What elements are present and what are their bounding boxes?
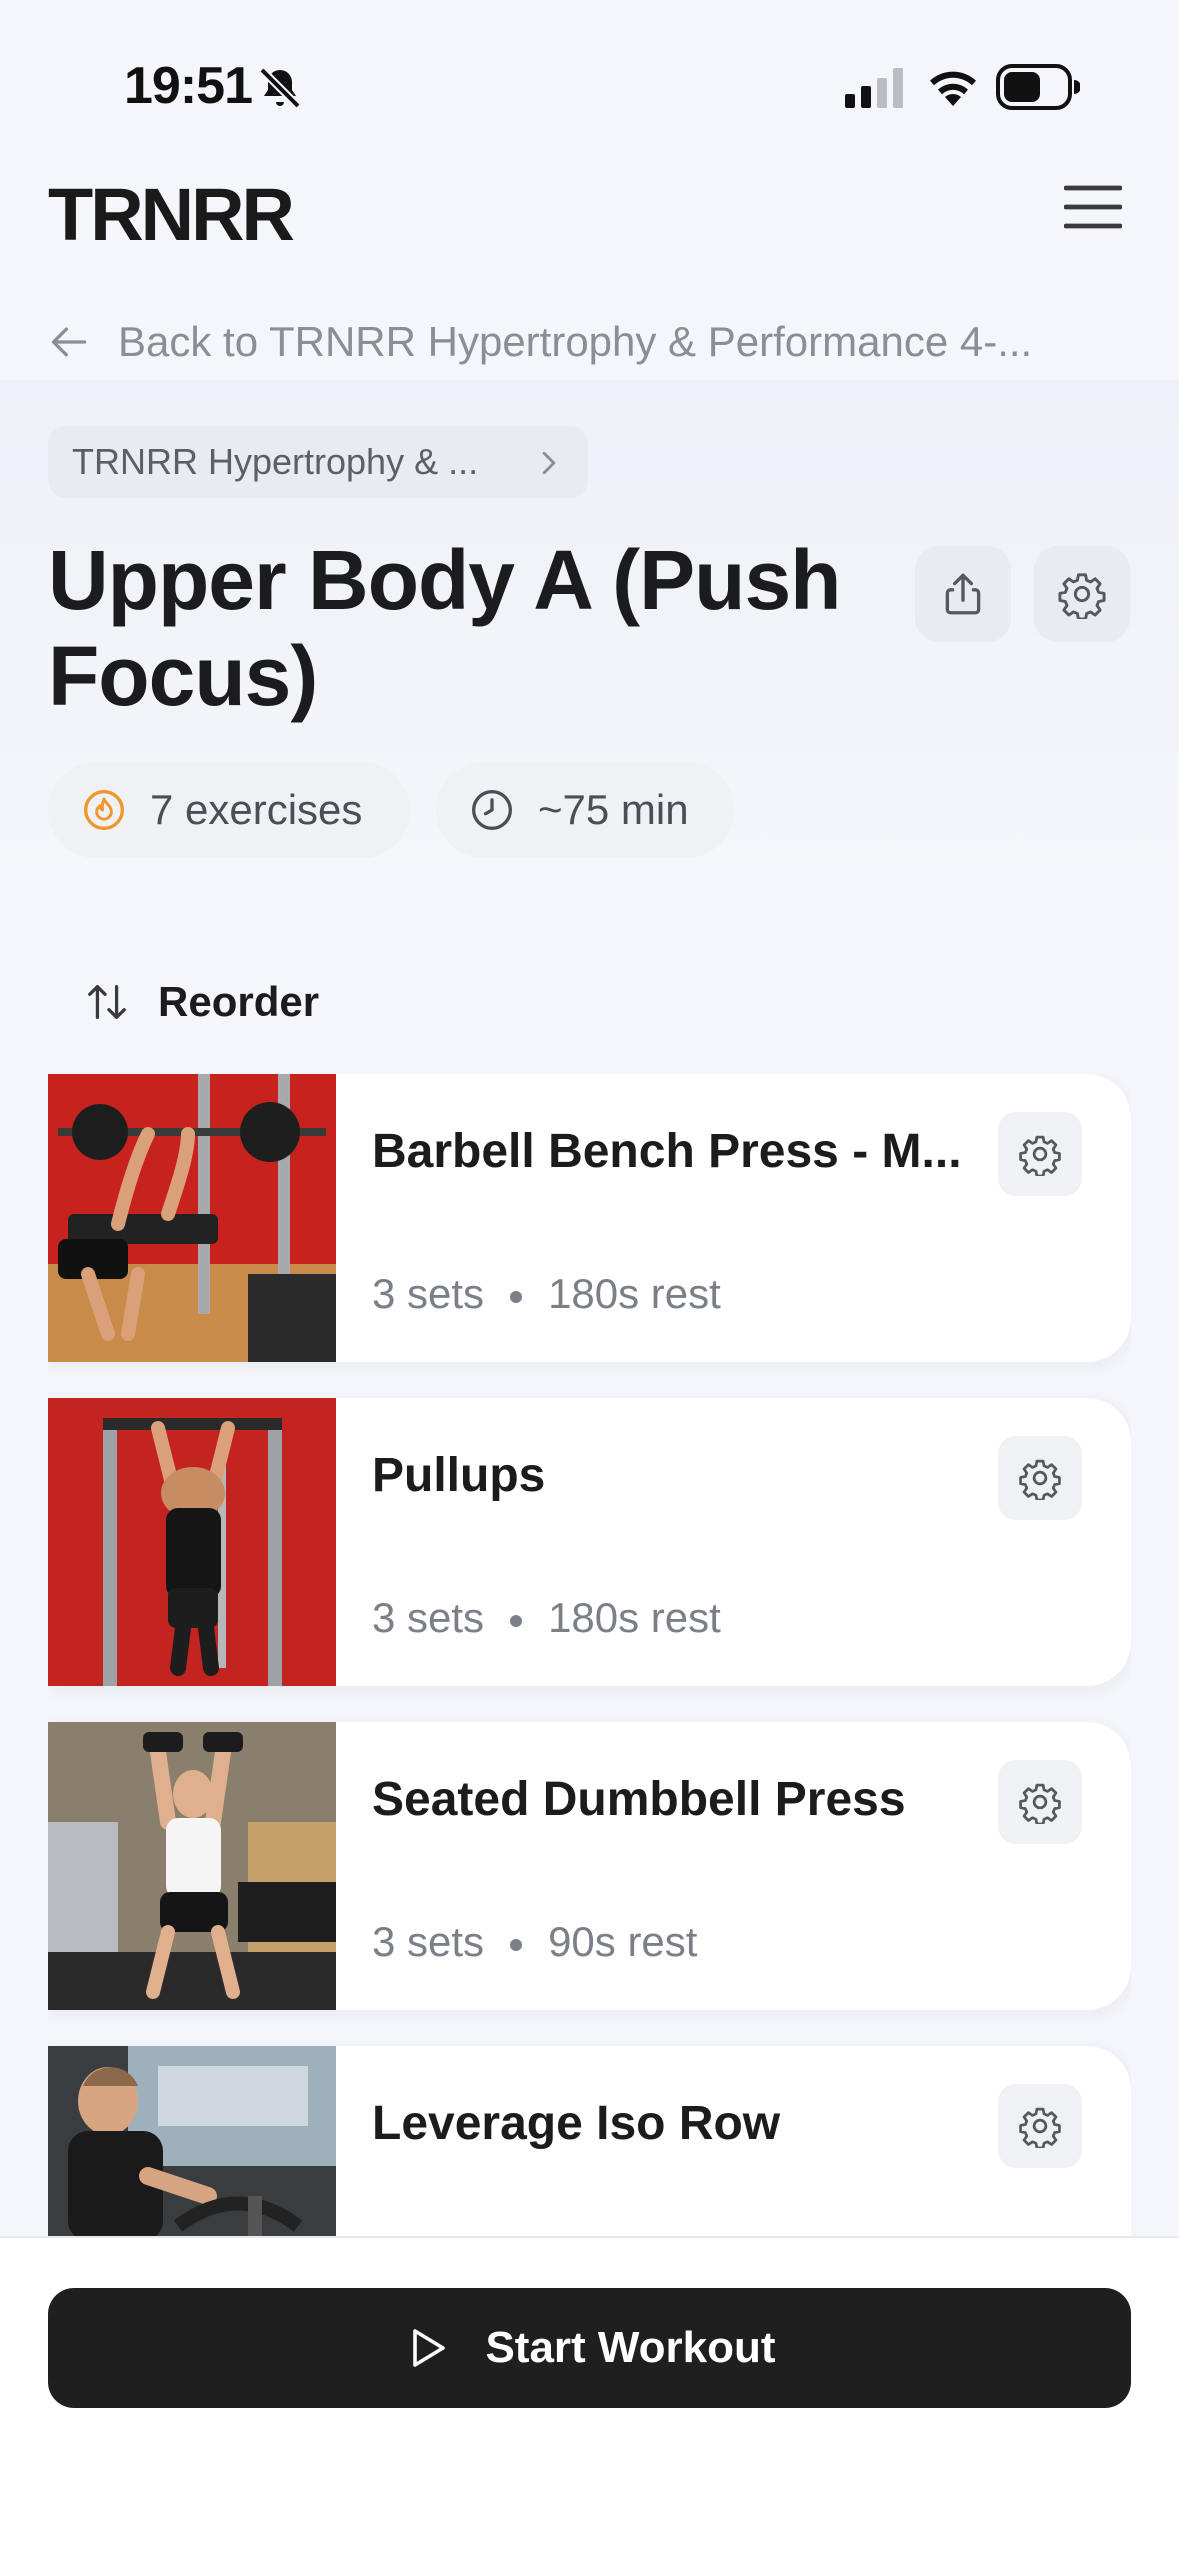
reorder-label: Reorder — [158, 978, 320, 1025]
exercise-thumbnail — [48, 1074, 336, 1362]
back-link-label: Back to TRNRR Hypertrophy & Performance … — [118, 318, 1033, 365]
hamburger-menu-icon[interactable] — [1064, 182, 1122, 232]
battery-icon — [996, 64, 1080, 110]
exercise-settings-button[interactable] — [998, 2084, 1082, 2168]
wifi-icon — [930, 71, 976, 106]
breadcrumb[interactable]: TRNRR Hypertrophy & ... — [48, 426, 588, 498]
gear-icon — [1019, 2107, 1061, 2148]
share-button[interactable] — [915, 546, 1011, 642]
exercise-sets: 3 sets — [372, 1270, 485, 1317]
exercise-settings-button[interactable] — [998, 1112, 1082, 1196]
brand-logo[interactable]: TRNRR — [48, 172, 295, 257]
sort-arrows-icon — [88, 985, 126, 1019]
gear-icon — [1058, 573, 1106, 619]
exercise-card[interactable]: Pullups 3 sets 180s rest — [48, 1398, 1131, 1686]
exercise-meta: 3 sets 90s rest — [372, 1918, 697, 1966]
bell-slash-icon — [259, 67, 301, 109]
cellular-signal-icon — [845, 68, 903, 108]
iso-row-image — [48, 2046, 336, 2236]
exercise-thumbnail — [48, 2046, 336, 2236]
status-bar: 19:51 — [0, 0, 1179, 170]
clock-icon — [472, 790, 512, 830]
exercise-name: Seated Dumbbell Press — [372, 1773, 906, 1826]
start-workout-button[interactable]: Start Workout — [48, 2288, 1131, 2408]
workout-settings-button[interactable] — [1034, 546, 1130, 642]
duration-badge: ~75 min — [436, 762, 734, 858]
exercise-count-label: 7 exercises — [150, 786, 363, 833]
exercise-sets: 3 sets — [372, 1594, 485, 1641]
chevron-right-icon — [542, 451, 556, 475]
exercise-thumbnail — [48, 1722, 336, 2010]
separator-dot — [510, 1614, 523, 1627]
exercise-name: Pullups — [372, 1449, 546, 1502]
exercise-name: Barbell Bench Press - M... — [372, 1125, 962, 1178]
exercise-name: Leverage Iso Row — [372, 2097, 781, 2150]
page-title: Upper Body A (Push Focus) — [48, 533, 841, 723]
gear-icon — [1019, 1135, 1061, 1176]
separator-dot — [510, 1938, 523, 1951]
breadcrumb-label: TRNRR Hypertrophy & ... — [72, 441, 479, 482]
exercise-settings-button[interactable] — [998, 1436, 1082, 1520]
reorder-button[interactable]: Reorder — [84, 970, 319, 1034]
separator-dot — [510, 1290, 523, 1303]
gear-icon — [1019, 1459, 1061, 1500]
exercise-card[interactable]: Leverage Iso Row — [48, 2046, 1131, 2236]
start-workout-label: Start Workout — [485, 2323, 776, 2372]
play-icon — [413, 2329, 446, 2367]
exercise-sets: 3 sets — [372, 1918, 485, 1965]
exercise-card[interactable]: Barbell Bench Press - M... 3 sets 180s re… — [48, 1074, 1131, 1362]
pullups-image — [48, 1398, 336, 1686]
gear-icon — [1019, 1783, 1061, 1824]
bench-press-image — [48, 1074, 336, 1362]
exercise-rest: 180s rest — [548, 1594, 721, 1641]
exercise-meta: 3 sets 180s rest — [372, 1270, 721, 1318]
exercise-settings-button[interactable] — [998, 1760, 1082, 1844]
duration-label: ~75 min — [538, 786, 689, 833]
exercise-rest: 90s rest — [548, 1918, 698, 1965]
share-icon — [945, 573, 981, 615]
exercise-thumbnail — [48, 1398, 336, 1686]
exercise-list: Barbell Bench Press - M... 3 sets 180s re… — [48, 1074, 1131, 2236]
bottom-action-bar: Start Workout — [0, 2236, 1179, 2556]
exercise-card[interactable]: Seated Dumbbell Press 3 sets 90s rest — [48, 1722, 1131, 2010]
exercise-rest: 180s rest — [548, 1270, 721, 1317]
flame-icon — [84, 790, 124, 830]
dumbbell-press-image — [48, 1722, 336, 2010]
back-link[interactable]: Back to TRNRR Hypertrophy & Performance … — [48, 312, 1148, 372]
exercise-meta: 3 sets 180s rest — [372, 1594, 721, 1642]
arrow-left-icon — [51, 327, 87, 357]
app-header: TRNRR — [0, 160, 1179, 280]
status-time: 19:51 — [124, 57, 253, 115]
exercise-count-badge: 7 exercises — [48, 762, 410, 858]
